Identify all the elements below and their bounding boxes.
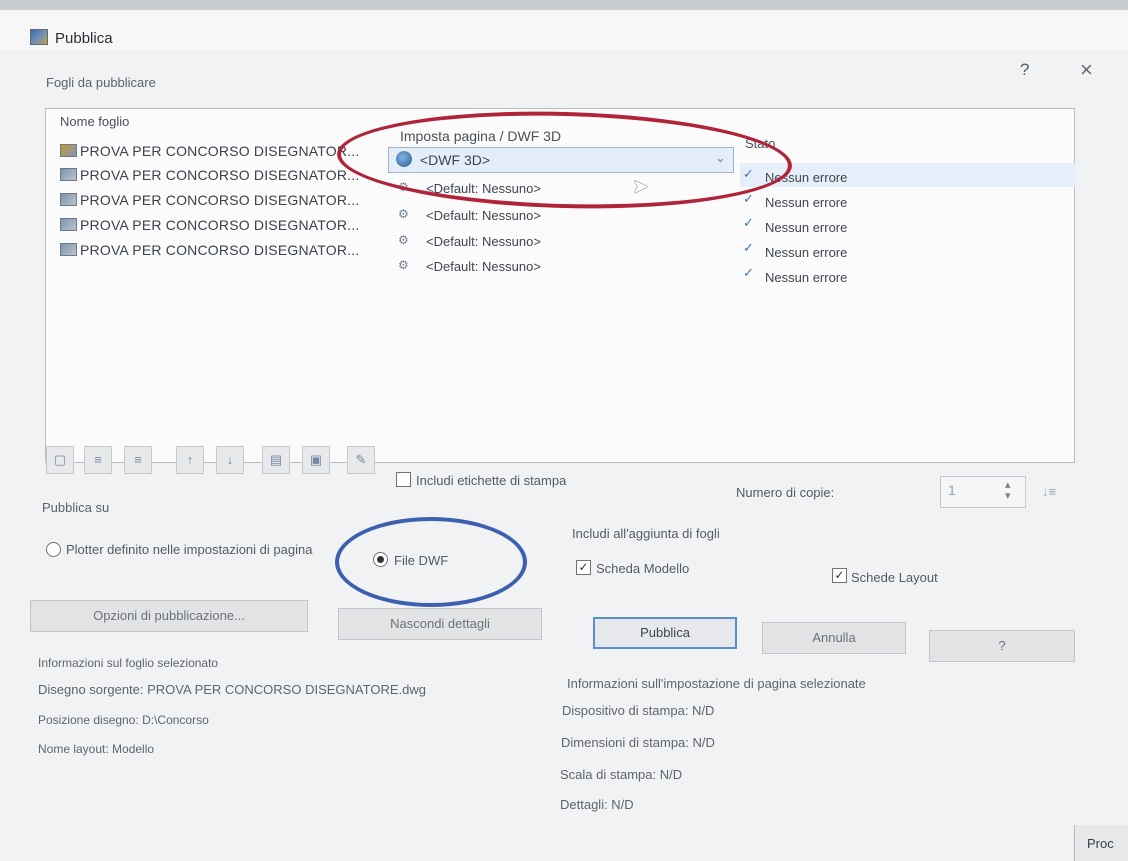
cursor-icon: ➤ (632, 176, 649, 198)
sheet-info-label: Informazioni sul foglio selezionato (38, 656, 219, 670)
model-tab-label: Scheda Modello (596, 561, 690, 576)
drawing-location-info: Posizione disegno: D:\Concorso (38, 713, 209, 727)
plotter-option-label[interactable]: Plotter definito nelle impostazioni di p… (66, 542, 312, 557)
page-setup-icon: ⚙ (398, 258, 409, 272)
load-sheet-list-button[interactable]: ▤ (262, 446, 290, 474)
copies-label: Numero di copie: (736, 485, 835, 500)
sheet-icon (60, 168, 77, 181)
check-icon: ✓ (743, 215, 754, 230)
sheet-name[interactable]: PROVA PER CONCORSO DISEGNATOR... (80, 217, 359, 233)
page-setup-value[interactable]: <Default: Nessuno> (426, 208, 541, 223)
move-down-button[interactable]: ↓ (216, 446, 244, 474)
sheet-name[interactable]: PROVA PER CONCORSO DISEGNATOR... (80, 192, 359, 208)
layout-tabs-label: Schede Layout (851, 570, 938, 585)
plot-size-info: Dimensioni di stampa: N/D (561, 735, 715, 750)
include-stamp-checkbox[interactable] (396, 472, 411, 487)
include-on-add-label: Includi all'aggiunta di fogli (572, 526, 720, 541)
plot-stamp-settings-button[interactable]: ✎ (347, 446, 375, 474)
publish-button[interactable]: Pubblica (593, 617, 737, 649)
page-setup-value[interactable]: <Default: Nessuno> (426, 234, 541, 249)
sheet-icon (60, 218, 77, 231)
layout-tabs-checkbox[interactable]: ✓ (832, 568, 847, 583)
check-icon: ✓ (743, 240, 754, 255)
taskbar-item[interactable]: Proc (1087, 836, 1114, 851)
remove-sheets-button[interactable]: ≡ (124, 446, 152, 474)
plotter-radio[interactable] (46, 542, 61, 557)
preview-button[interactable]: ▢ (46, 446, 74, 474)
status-text: Nessun errore (765, 195, 848, 210)
stepper-arrows-icon[interactable]: ▴ ▾ (1005, 480, 1011, 502)
status-text: Nessun errore (765, 270, 848, 285)
layout-name-info: Nome layout: Modello (38, 742, 155, 756)
page-setup-info-label: Informazioni sull'impostazione di pagina… (567, 676, 866, 691)
help-icon[interactable]: ? (1020, 60, 1029, 80)
check-icon: ✓ (743, 265, 754, 280)
status-text: Nessun errore (765, 220, 848, 235)
include-stamp-label: Includi etichette di stampa (416, 473, 567, 488)
sort-copies-button[interactable]: ↓≡ (1036, 478, 1062, 506)
page-setup-icon: ⚙ (398, 207, 409, 221)
blue-annotation-ellipse (335, 517, 527, 607)
title-bar (0, 10, 1128, 50)
sheet-name[interactable]: PROVA PER CONCORSO DISEGNATOR... (80, 242, 359, 258)
sheet-icon (60, 144, 77, 157)
cancel-button[interactable]: Annulla (762, 622, 906, 654)
publish-options-button[interactable]: Opzioni di pubblicazione... (30, 600, 308, 632)
details-info: Dettagli: N/D (560, 797, 634, 812)
sheet-icon (60, 243, 77, 256)
publish-to-label: Pubblica su (42, 500, 110, 515)
help-button[interactable]: ? (929, 630, 1075, 662)
close-icon[interactable]: × (1080, 57, 1093, 83)
page-setup-icon: ⚙ (398, 233, 409, 247)
sheet-name[interactable]: PROVA PER CONCORSO DISEGNATOR... (80, 167, 359, 183)
sheets-section-label: Fogli da pubblicare (46, 75, 156, 90)
plot-device-info: Dispositivo di stampa: N/D (562, 703, 715, 718)
app-icon (30, 29, 48, 45)
source-drawing-info: Disegno sorgente: PROVA PER CONCORSO DIS… (38, 682, 426, 697)
sheet-name[interactable]: PROVA PER CONCORSO DISEGNATOR... (80, 143, 359, 159)
status-text: Nessun errore (765, 245, 848, 260)
page-setup-value[interactable]: <Default: Nessuno> (426, 259, 541, 274)
sheet-icon (60, 193, 77, 206)
column-header-name[interactable]: Nome foglio (60, 114, 129, 129)
add-sheets-button[interactable]: ≡ (84, 446, 112, 474)
hide-details-button[interactable]: Nascondi dettagli (338, 608, 542, 640)
plot-scale-info: Scala di stampa: N/D (560, 767, 683, 782)
model-tab-checkbox[interactable]: ✓ (576, 560, 591, 575)
save-sheet-list-button[interactable]: ▣ (302, 446, 330, 474)
window-title: Pubblica (55, 30, 113, 47)
move-up-button[interactable]: ↑ (176, 446, 204, 474)
copies-value[interactable]: 1 (948, 482, 956, 498)
